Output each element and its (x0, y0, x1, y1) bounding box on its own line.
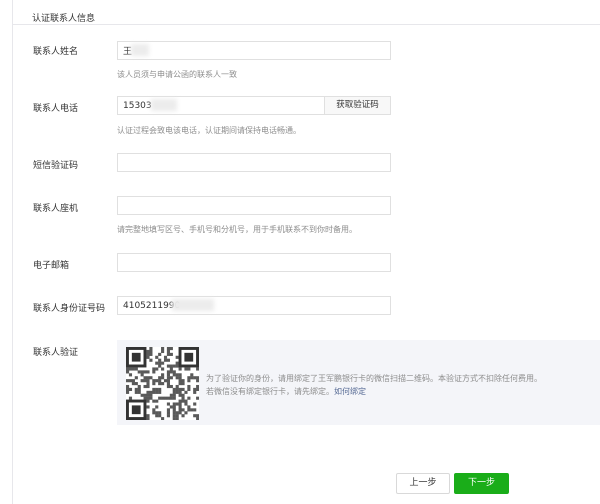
id-card-input[interactable] (117, 296, 391, 315)
qr-code[interactable] (126, 347, 200, 421)
contact-verify-label: 联系人验证 (33, 348, 79, 358)
sms-code-input[interactable] (117, 153, 391, 172)
get-verification-code-button[interactable]: 获取验证码 (324, 96, 391, 115)
contact-phone-hint: 认证过程会致电该电话，认证期间请保持电话畅通。 (117, 126, 301, 135)
redaction (131, 44, 149, 56)
how-to-bind-link[interactable]: 如何绑定 (334, 387, 366, 396)
verify-instruction: 为了验证你的身份，请用绑定了王军鹏银行卡的微信扫描二维码。本验证方式不扣除任何费… (206, 374, 542, 383)
contact-name-input[interactable] (117, 41, 391, 60)
contact-phone-label: 联系人电话 (33, 104, 79, 114)
landline-input[interactable] (117, 196, 391, 215)
qr-code-image (126, 347, 200, 421)
id-card-label: 联系人身份证号码 (33, 304, 106, 314)
verify-bind-text: 若微信没有绑定银行卡，请先绑定。 (206, 387, 334, 396)
content-left-border (12, 0, 13, 504)
previous-step-button[interactable]: 上一步 (396, 473, 450, 494)
next-step-button[interactable]: 下一步 (454, 473, 509, 494)
sms-code-label: 短信验证码 (33, 161, 79, 171)
verify-bind-hint: 若微信没有绑定银行卡，请先绑定。如何绑定 (206, 386, 366, 397)
section-header: 认证联系人信息 (12, 0, 600, 25)
redaction (151, 99, 177, 111)
contact-phone-input[interactable] (117, 96, 325, 115)
contact-name-label: 联系人姓名 (33, 47, 79, 57)
email-input[interactable] (117, 253, 391, 272)
redaction (172, 299, 214, 311)
contact-name-hint: 该人员须与申请公函的联系人一致 (117, 70, 237, 79)
landline-hint: 请完整地填写区号、手机号和分机号，用于手机联系不到你时备用。 (117, 225, 357, 234)
landline-label: 联系人座机 (33, 204, 79, 214)
email-label: 电子邮箱 (33, 261, 70, 271)
section-title: 认证联系人信息 (32, 14, 96, 24)
